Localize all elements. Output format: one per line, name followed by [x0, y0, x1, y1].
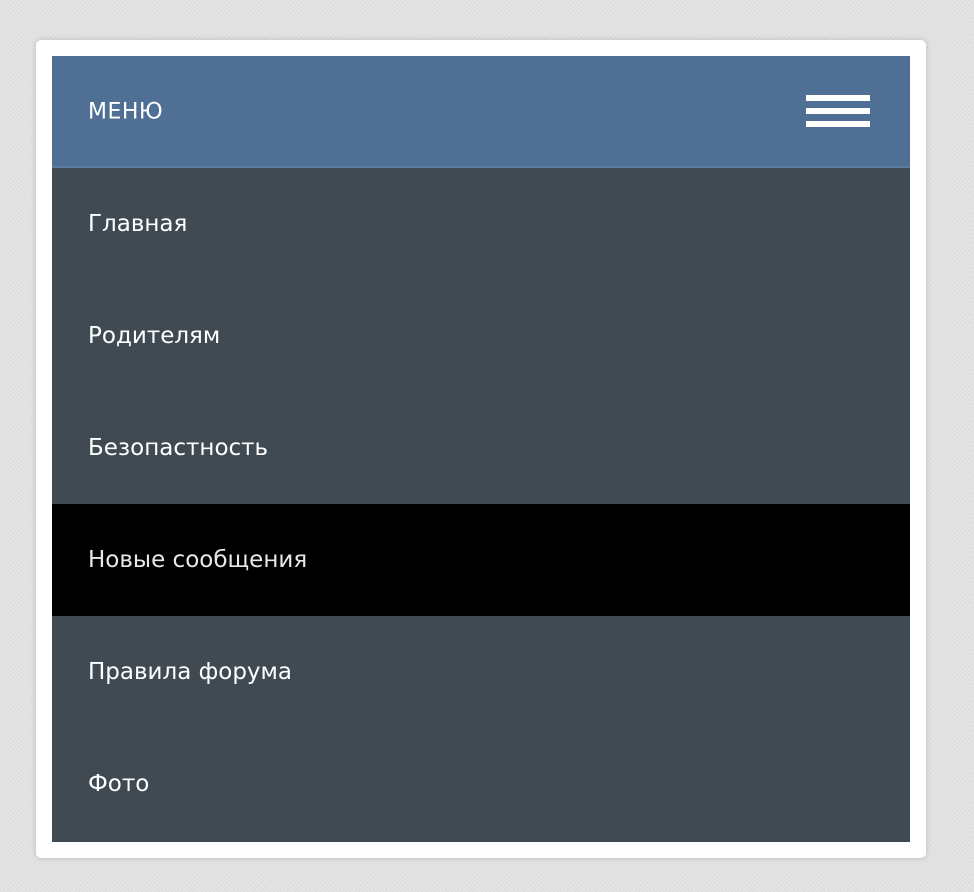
menu-header: МЕНЮ	[52, 56, 910, 168]
menu-item-label: Родителям	[88, 323, 221, 349]
menu-title: МЕНЮ	[88, 99, 164, 125]
hamburger-line	[806, 108, 870, 114]
menu-item-label: Главная	[88, 211, 188, 237]
hamburger-line	[806, 121, 870, 127]
menu-card: МЕНЮ Главная Родителям Безопастность Нов…	[36, 40, 926, 858]
menu-item-label: Фото	[88, 771, 150, 797]
menu-item-label: Правила форума	[88, 659, 292, 685]
menu-item-home[interactable]: Главная	[52, 168, 910, 280]
menu-item-photo[interactable]: Фото	[52, 728, 910, 840]
menu-item-safety[interactable]: Безопастность	[52, 392, 910, 504]
menu-item-forum-rules[interactable]: Правила форума	[52, 616, 910, 728]
menu-item-label: Безопастность	[88, 435, 269, 461]
menu-list: Главная Родителям Безопастность Новые со…	[52, 168, 910, 840]
hamburger-line	[806, 95, 870, 101]
hamburger-menu-icon[interactable]	[806, 94, 870, 130]
menu-item-label: Новые сообщения	[88, 547, 308, 573]
navigation-menu: МЕНЮ Главная Родителям Безопастность Нов…	[52, 56, 910, 842]
menu-item-new-messages[interactable]: Новые сообщения	[52, 504, 910, 616]
menu-item-parents[interactable]: Родителям	[52, 280, 910, 392]
